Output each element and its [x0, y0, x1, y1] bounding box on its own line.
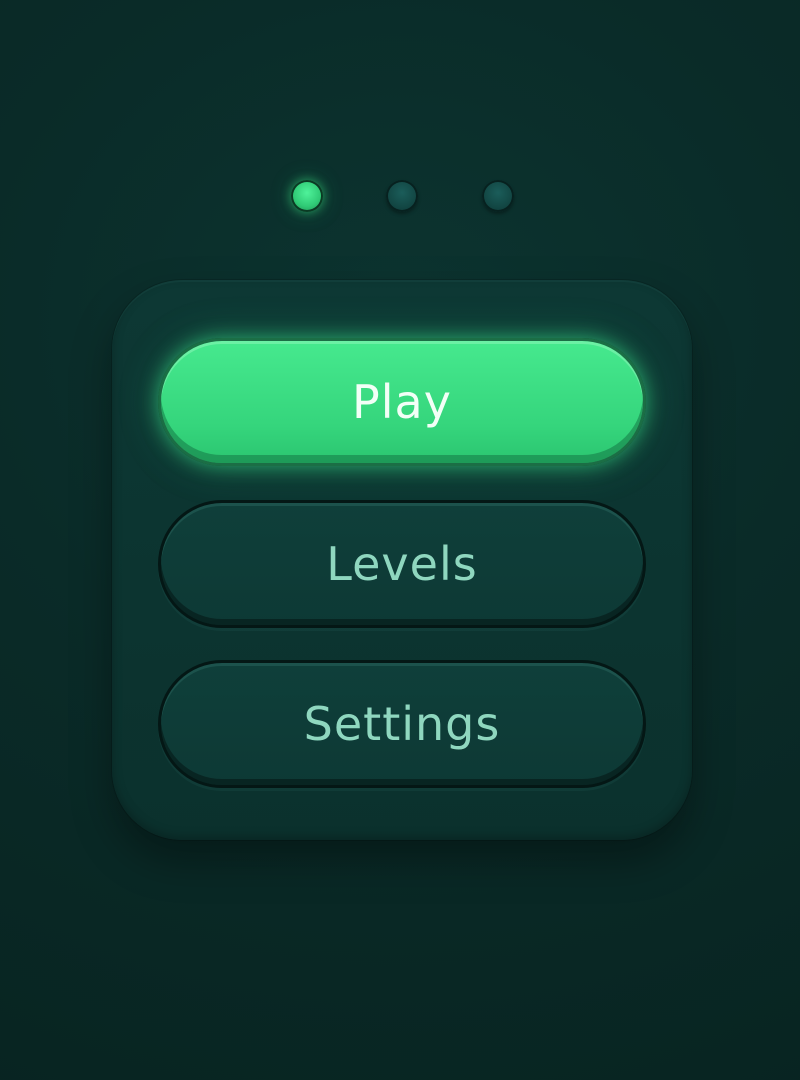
play-button-label: Play [352, 375, 452, 429]
settings-button-label: Settings [303, 697, 501, 751]
page-indicators [0, 180, 800, 214]
main-menu-panel: Play Levels Settings [112, 280, 692, 840]
settings-button[interactable]: Settings [158, 660, 646, 788]
page-indicator-1-active[interactable] [291, 180, 323, 212]
levels-button[interactable]: Levels [158, 500, 646, 628]
levels-button-label: Levels [326, 537, 478, 591]
page-indicator-2[interactable] [386, 180, 418, 212]
page-indicator-3[interactable] [482, 180, 514, 212]
play-button[interactable]: Play [158, 338, 646, 466]
